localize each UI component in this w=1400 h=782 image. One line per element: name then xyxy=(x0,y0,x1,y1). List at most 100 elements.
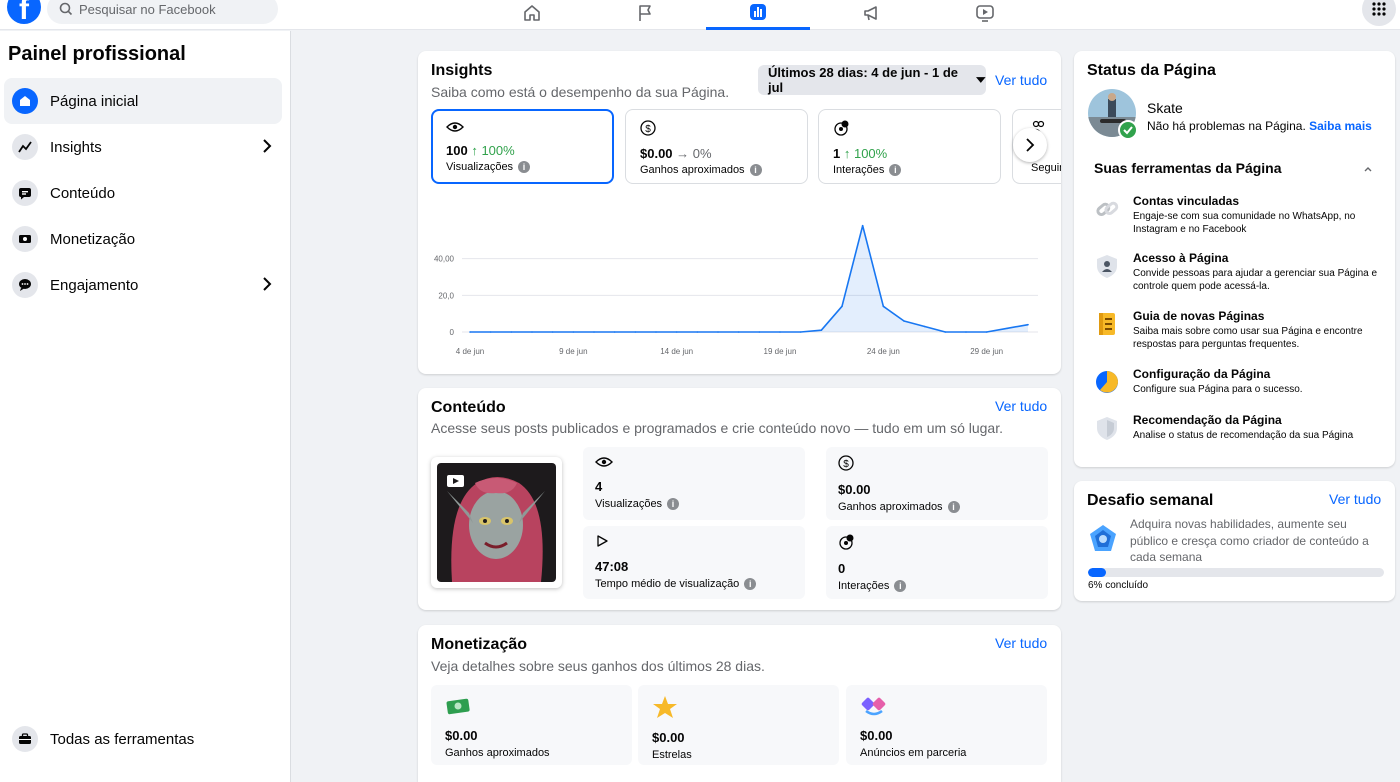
data-point[interactable] xyxy=(965,331,967,333)
data-point[interactable] xyxy=(841,305,843,308)
metric-value: $0.00 → 0% xyxy=(640,146,793,161)
tool-page-access[interactable]: Acesso à Página Convide pessoas para aju… xyxy=(1094,251,1384,299)
caret-down-icon xyxy=(976,77,986,83)
data-point[interactable] xyxy=(717,331,719,333)
sidebar-item-monetization[interactable]: Monetização xyxy=(4,216,282,262)
data-point[interactable] xyxy=(985,331,988,333)
page-avatar[interactable] xyxy=(1088,89,1138,140)
data-point[interactable] xyxy=(903,320,905,322)
x-tick-label: 19 de jun xyxy=(764,347,797,356)
stat-value: $0.00 xyxy=(860,728,893,743)
data-point[interactable] xyxy=(882,305,885,308)
data-point[interactable] xyxy=(551,331,554,333)
sidebar-item-home[interactable]: Página inicial xyxy=(4,78,282,124)
nav-professional-dashboard[interactable] xyxy=(706,0,810,30)
monetization-item-stars[interactable]: $0.00 Estrelas xyxy=(638,685,839,765)
data-point[interactable] xyxy=(593,331,595,333)
menu-grid-button[interactable] xyxy=(1362,0,1396,26)
info-icon[interactable]: i xyxy=(749,164,762,176)
data-point[interactable] xyxy=(799,331,802,333)
content-stat-views: 4 Visualizações i xyxy=(583,447,805,520)
metrics-next-button[interactable] xyxy=(1013,128,1047,162)
stat-value: 47:08 xyxy=(595,559,629,574)
tool-name: Configuração da Página xyxy=(1133,367,1271,381)
monetization-item-earnings[interactable]: $0.00 Ganhos aproximados xyxy=(431,685,632,765)
stat-value: $0.00 xyxy=(445,728,478,743)
metric-card-interactions[interactable]: 1 ↑ 100% Interações i xyxy=(818,109,1001,184)
info-icon[interactable]: i xyxy=(518,161,531,173)
date-range-dropdown[interactable]: Últimos 28 dias: 4 de jun - 1 de jul xyxy=(758,65,986,95)
nav-pages[interactable] xyxy=(593,0,697,30)
data-point[interactable] xyxy=(531,331,533,333)
metric-card-views[interactable]: 100 ↑ 100% Visualizações i xyxy=(431,109,614,184)
access-shield-icon xyxy=(1097,255,1117,278)
search-bar[interactable]: Pesquisar no Facebook xyxy=(47,0,278,24)
sidebar-item-engagement[interactable]: Engajamento xyxy=(4,262,282,308)
info-icon[interactable]: i xyxy=(744,578,757,590)
info-icon[interactable]: i xyxy=(947,501,960,513)
stat-label-text: Interações xyxy=(838,580,890,592)
metric-delta: ↑ 100% xyxy=(843,146,888,161)
trend-icon xyxy=(12,134,38,160)
search-icon xyxy=(59,2,73,16)
data-point[interactable] xyxy=(489,331,492,333)
data-point[interactable] xyxy=(820,329,823,331)
data-point[interactable] xyxy=(923,325,926,328)
data-point[interactable] xyxy=(572,331,575,333)
play-icon xyxy=(597,535,608,547)
content-card: Conteúdo Acesse seus posts publicados e … xyxy=(418,388,1061,610)
sidebar-item-insights[interactable]: Insights xyxy=(4,124,282,170)
tool-description: Saiba mais sobre como usar sua Página e … xyxy=(1133,326,1363,350)
data-point[interactable] xyxy=(469,331,471,333)
data-point[interactable] xyxy=(510,331,513,333)
data-point[interactable] xyxy=(758,331,761,333)
data-point[interactable] xyxy=(634,331,637,333)
insights-see-all-link[interactable]: Ver tudo xyxy=(995,72,1047,88)
data-point[interactable] xyxy=(1027,323,1029,326)
data-point[interactable] xyxy=(737,331,740,333)
content-thumbnail[interactable] xyxy=(431,457,562,588)
metric-number: 1 xyxy=(833,146,841,161)
content-see-all-link[interactable]: Ver tudo xyxy=(995,398,1047,414)
monetization-see-all-link[interactable]: Ver tudo xyxy=(995,635,1047,651)
tool-page-recommendation[interactable]: Recomendação da Página Analise o status … xyxy=(1094,413,1384,449)
data-point[interactable] xyxy=(613,331,616,333)
tool-name: Guia de novas Páginas xyxy=(1133,309,1265,323)
metric-card-earnings[interactable]: $ $0.00 → 0% Ganhos aproximados i xyxy=(625,109,808,184)
info-icon[interactable]: i xyxy=(894,580,907,592)
data-point[interactable] xyxy=(655,331,657,333)
video-icon xyxy=(976,5,994,22)
weekly-challenge-card: Desafio semanal Ver tudo Adquira novas h… xyxy=(1074,481,1395,601)
nav-home[interactable] xyxy=(480,0,584,30)
weekly-see-all-link[interactable]: Ver tudo xyxy=(1329,491,1381,507)
tool-new-pages-guide[interactable]: Guia de novas Páginas Saiba mais sobre c… xyxy=(1094,309,1384,357)
sidebar-item-all-tools[interactable]: Todas as ferramentas xyxy=(4,716,282,762)
guide-book-icon xyxy=(1099,313,1115,335)
tool-linked-accounts[interactable]: Contas vinculadas Engaje-se com sua comu… xyxy=(1094,194,1384,242)
data-point[interactable] xyxy=(944,331,947,333)
nav-video[interactable] xyxy=(933,0,1037,30)
data-point[interactable] xyxy=(675,331,678,333)
learn-more-link[interactable]: Saiba mais xyxy=(1309,119,1372,133)
nav-ads[interactable] xyxy=(820,0,924,30)
data-point[interactable] xyxy=(1006,327,1009,330)
monetization-item-partnership-ads[interactable]: $0.00 Anúncios em parceria xyxy=(846,685,1047,765)
sidebar-item-content[interactable]: Conteúdo xyxy=(4,170,282,216)
tool-page-setup[interactable]: Configuração da Página Configure sua Pág… xyxy=(1094,367,1384,403)
megaphone-icon xyxy=(864,6,877,21)
chevron-up-icon[interactable] xyxy=(1363,165,1373,173)
info-icon[interactable]: i xyxy=(889,164,902,176)
facebook-logo[interactable]: f xyxy=(7,0,41,24)
data-point[interactable] xyxy=(779,331,781,333)
x-tick-label: 24 de jun xyxy=(867,347,900,356)
stat-label: Visualizações i xyxy=(595,498,793,510)
insights-bar-icon xyxy=(750,3,766,20)
data-point[interactable] xyxy=(696,331,699,333)
chat-icon xyxy=(12,272,38,298)
info-icon[interactable]: i xyxy=(667,498,680,510)
stat-label: Estrelas xyxy=(652,749,692,761)
data-point[interactable] xyxy=(861,224,864,227)
weekly-progress-bar xyxy=(1088,568,1384,577)
content-stat-earnings: $ $0.00 Ganhos aproximados i xyxy=(826,447,1048,520)
link-icon xyxy=(1096,201,1119,216)
